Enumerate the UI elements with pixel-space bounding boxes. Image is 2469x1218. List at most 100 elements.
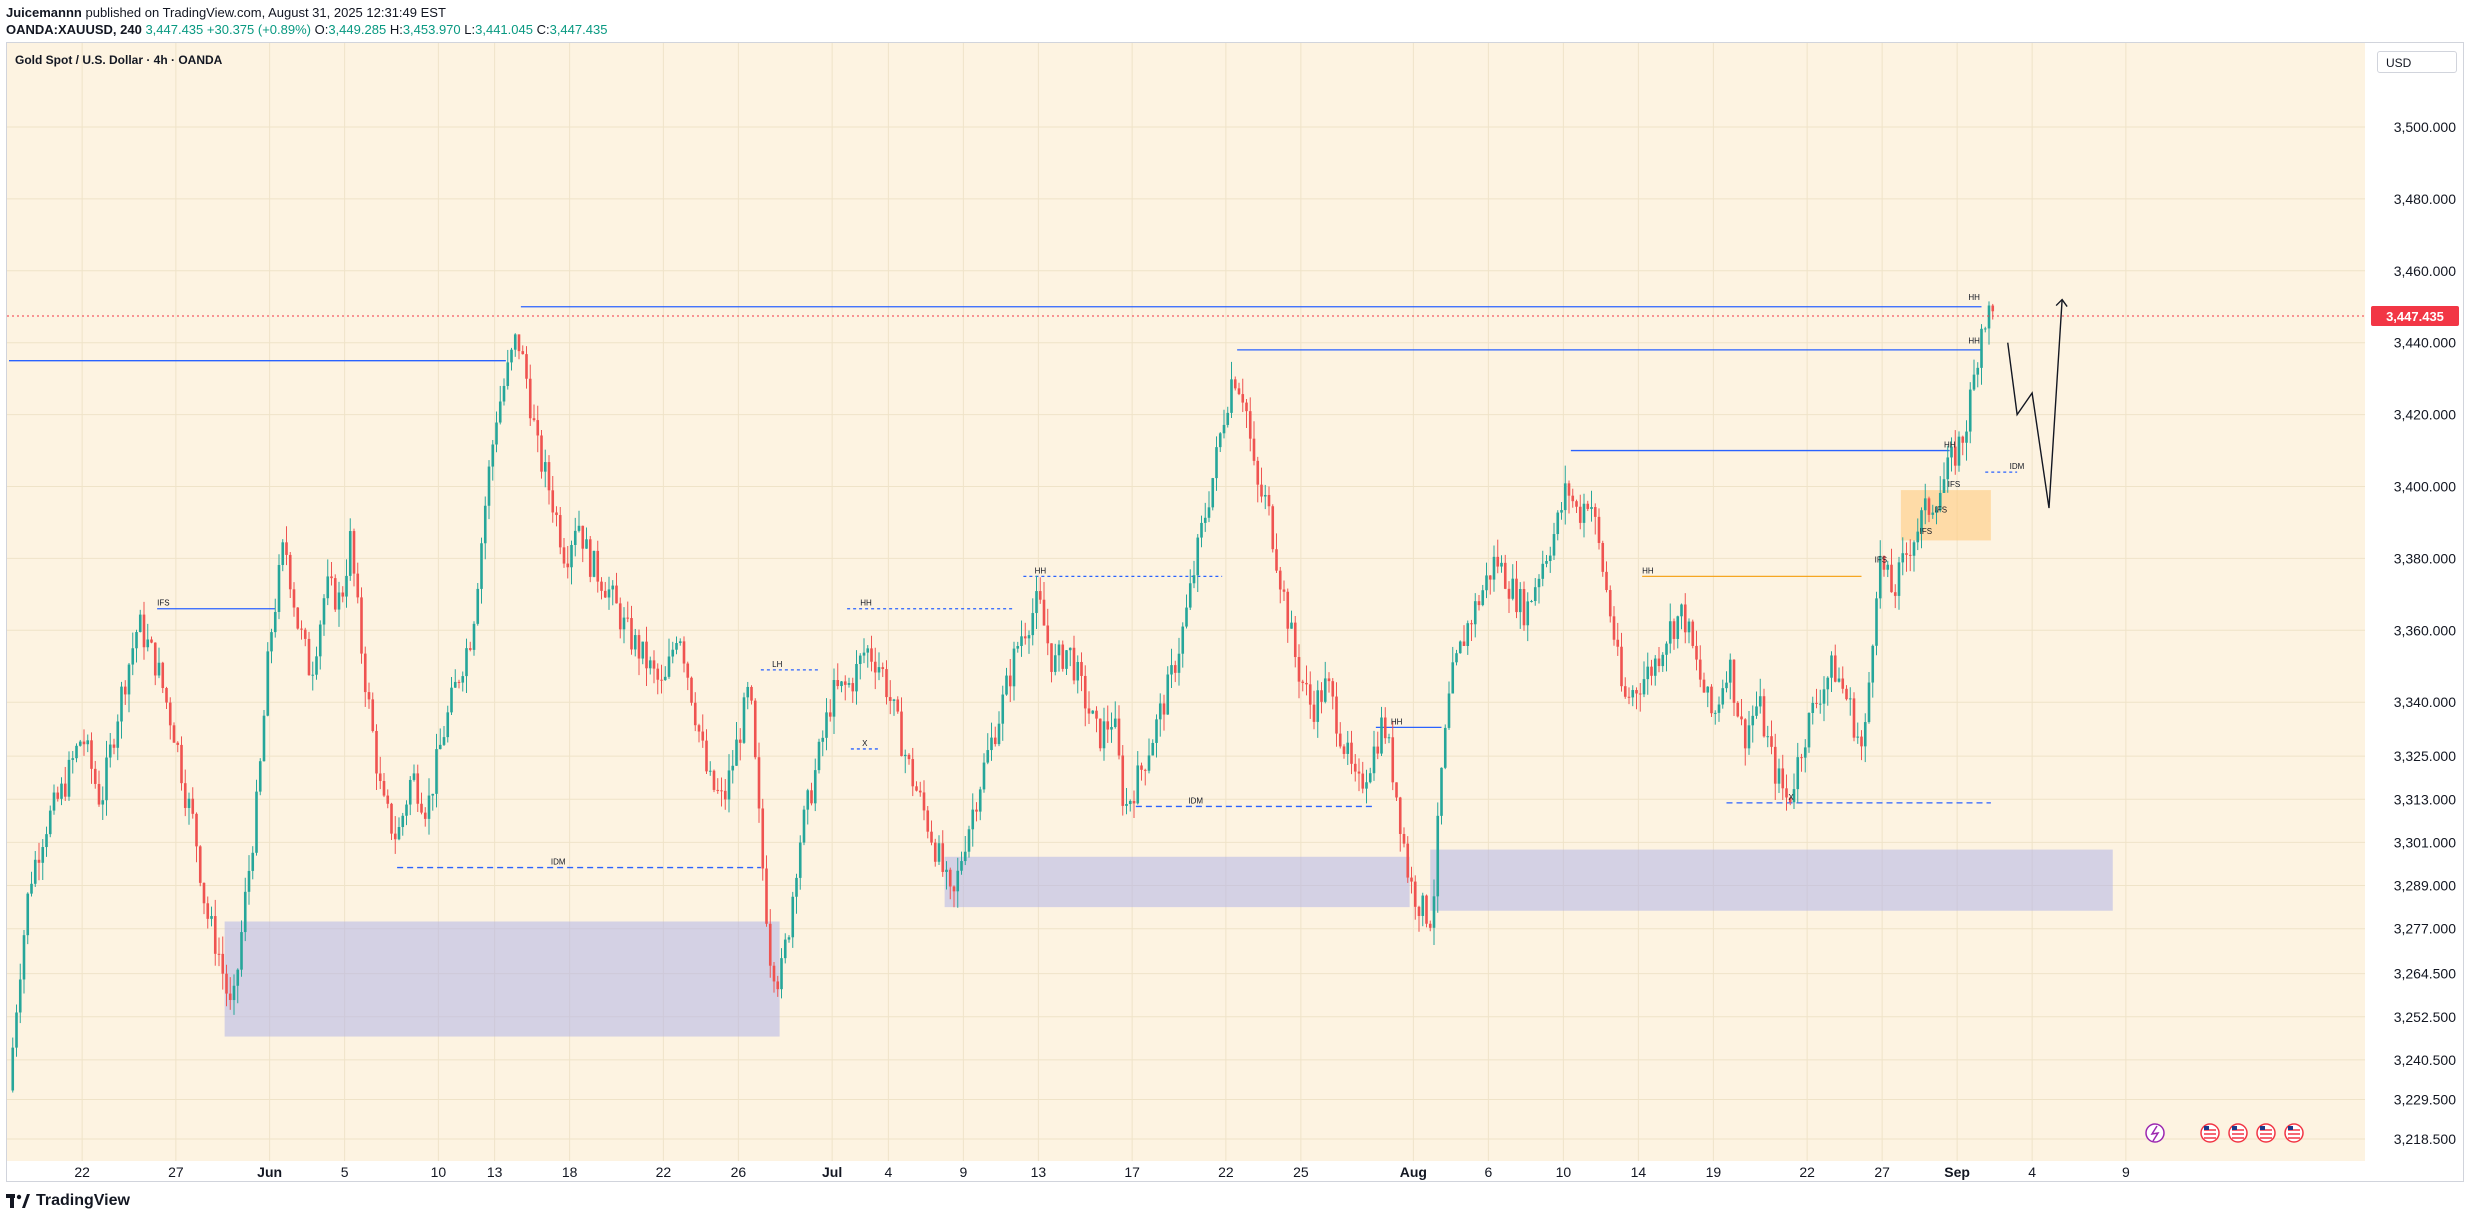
candle-body [1822,689,1826,704]
candle-body [498,401,502,423]
candle-body [78,741,82,746]
y-axis-tick-label: 3,277.000 [2394,921,2456,937]
candle-body [1353,763,1357,772]
candle-body [873,661,877,673]
candle-body [1406,843,1410,878]
candle-body [881,667,885,670]
candle-body [513,334,517,350]
candle-body [1751,715,1755,726]
candle-body [1638,693,1642,695]
structure-label: IFS [1875,556,1887,565]
candle-body [48,810,52,835]
candle-body [1897,562,1901,596]
candle-body [630,618,633,650]
structure-label: HH [1642,566,1654,575]
candle-body [618,603,622,630]
candle-body [18,979,22,1013]
candle-body [663,676,667,681]
structure-label: HH [860,599,872,608]
currency-selector[interactable]: USD [2377,51,2457,73]
price-chart[interactable]: IFS IDM LH HH X HH IDM HH HH X IFS IFS IFS IFS HH IDM HH… [7,43,2464,1182]
candle-body [1312,704,1316,722]
candle-body [1451,662,1455,694]
us-flag-icon[interactable] [2200,1123,2220,1143]
candle-body [180,744,183,784]
last-price: 3,447.435 [145,22,204,37]
candle-body [592,550,596,577]
candle-body [727,770,731,800]
structure-label: IFS [1920,527,1932,536]
candle-body [1342,746,1346,754]
candle-body [615,585,618,604]
y-axis-tick-label: 3,240.500 [2394,1052,2456,1068]
candle-body [75,745,78,759]
us-flag-icon[interactable] [2228,1123,2248,1143]
candle-body [1691,621,1695,646]
candle-body [243,891,247,933]
candle-body [285,542,288,555]
candle-body [1042,599,1046,626]
x-axis-tick-label: 22 [1218,1164,1234,1180]
candle-body [577,525,581,531]
chart-area[interactable]: IFS IDM LH HH X HH IDM HH HH X IFS IFS IFS IFS HH IDM HH… [6,42,2464,1182]
candle-body [982,762,986,790]
candle-body [1890,564,1893,593]
candle-body [1016,646,1020,649]
candle-body [401,815,405,828]
candle-body [442,737,446,745]
candle-body [1852,698,1856,738]
candle-body [896,699,900,712]
candle-body [1665,643,1668,655]
candle-body [783,939,787,959]
candle-body [1440,767,1443,816]
candle-body [1582,503,1586,523]
candle-body [1687,621,1691,633]
candle-body [708,770,712,772]
candle-body [1946,457,1950,480]
candle-body [1605,571,1608,591]
flag-canton [2204,1126,2209,1130]
structure-label: X [1788,793,1794,802]
candle-body [1158,703,1162,720]
candle-body [795,877,798,897]
tradingview-logo-icon [6,1194,30,1208]
candle-body [588,539,592,577]
candle-body [1957,436,1961,466]
y-axis-tick-label: 3,289.000 [2394,878,2456,894]
candle-body [1923,498,1927,511]
candle-body [176,742,180,745]
candle-body [386,795,390,804]
candle-body [1432,896,1436,928]
candle-body [1455,653,1458,663]
candle-body [855,663,858,692]
demand-zone [1430,849,2113,911]
candle-body [780,958,783,990]
structure-label: IDM [1188,796,1203,805]
candle-body [1616,639,1620,647]
candle-body [851,683,855,692]
author-name[interactable]: Juicemannn [6,5,82,20]
low-label: L: [464,22,476,37]
candle-body [847,683,851,685]
candle-body [1758,696,1762,707]
candle-body [735,739,738,766]
candle-body [648,660,652,669]
candle-body [1346,742,1350,754]
candle-body [1695,645,1698,660]
candle-body [712,770,716,790]
candle-body [731,765,735,771]
us-flag-icon[interactable] [2256,1123,2276,1143]
candle-body [468,648,472,650]
open-label: O: [314,22,329,37]
candle-body [1530,601,1533,603]
candle-body [1608,590,1612,617]
candle-body [1470,623,1473,625]
candle-body [318,624,322,657]
candle-body [225,973,228,994]
us-flag-icon[interactable] [2284,1123,2304,1143]
candle-body [532,418,536,421]
candle-body [101,800,105,805]
candle-body [562,547,566,564]
candle-body [1728,659,1732,683]
candle-body [262,715,266,762]
